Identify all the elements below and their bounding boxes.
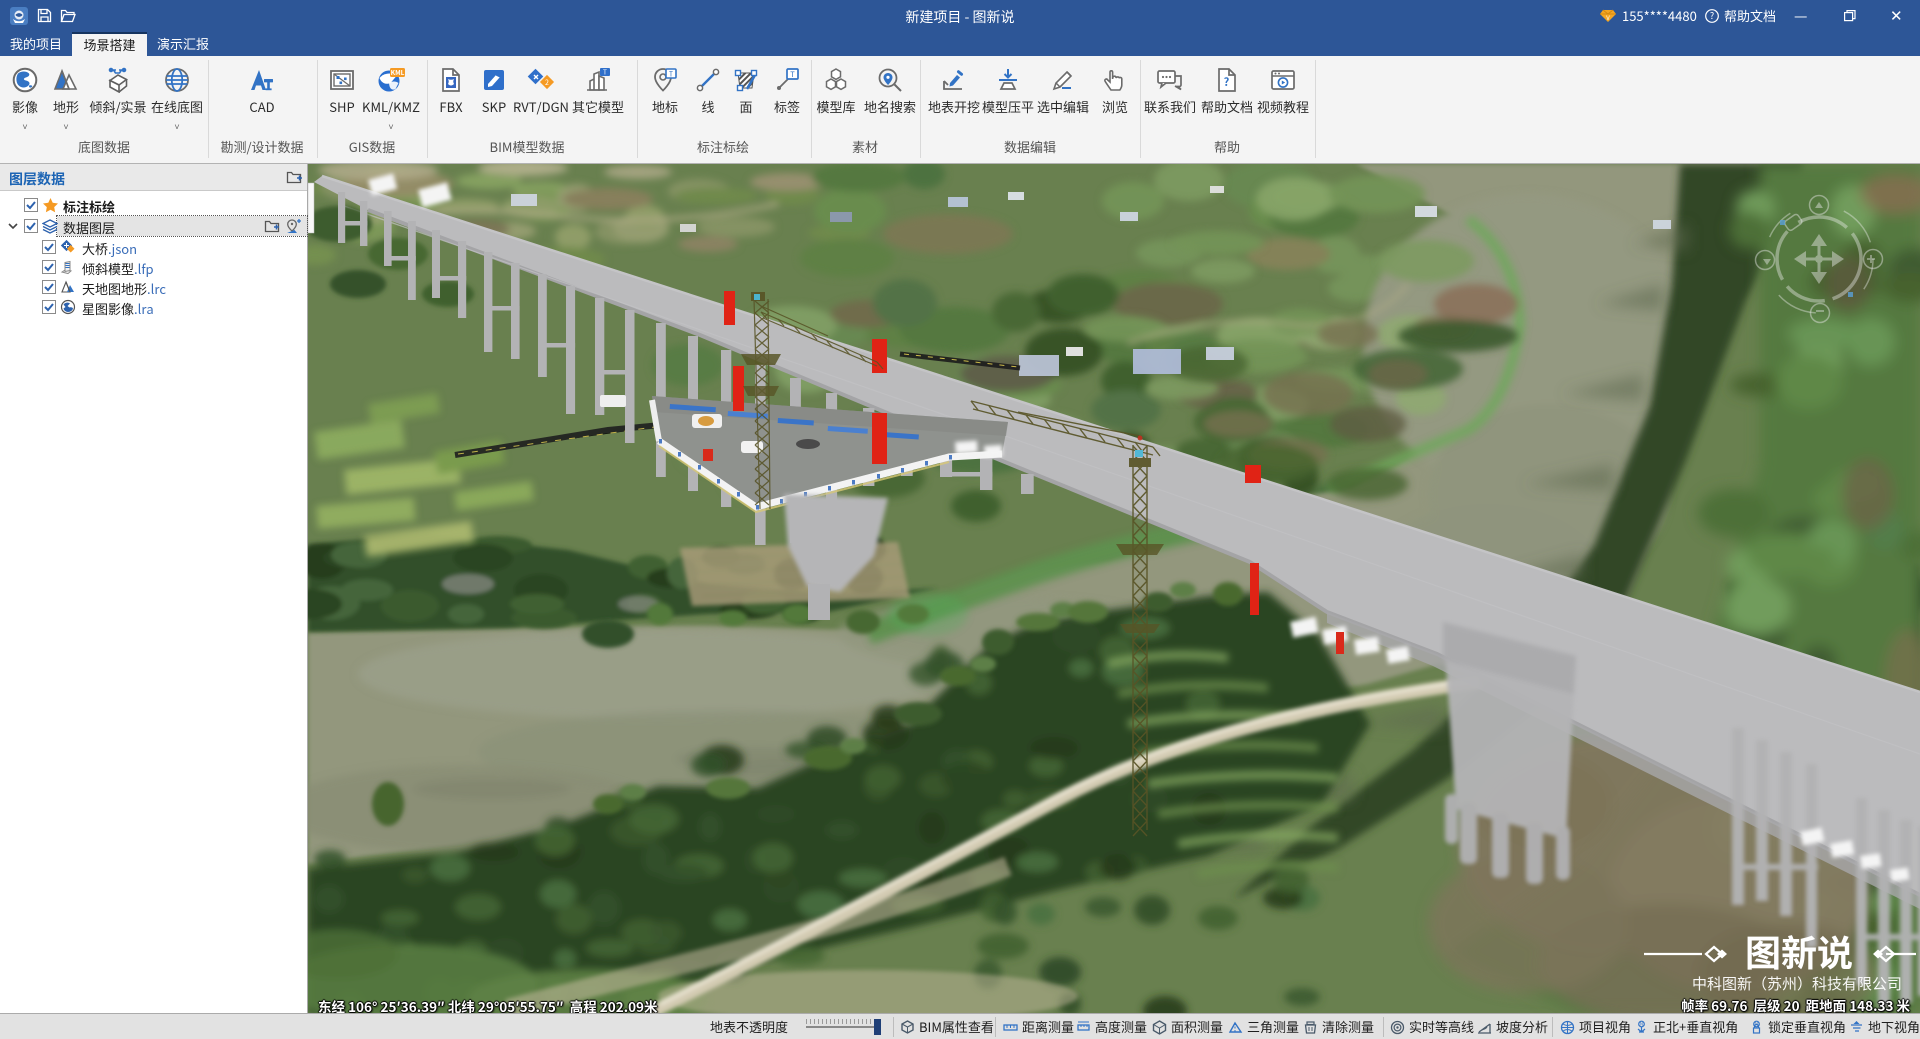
svg-text:T: T xyxy=(669,70,673,80)
svg-text:?: ? xyxy=(1710,9,1714,22)
svg-text:KML: KML xyxy=(391,67,405,77)
svg-text:图新说: 图新说 xyxy=(1745,925,1853,977)
svg-text:V: V xyxy=(1606,13,1610,22)
svg-text:T: T xyxy=(790,69,795,80)
svg-text:中科图新（苏州）科技有限公司: 中科图新（苏州）科技有限公司 xyxy=(1692,973,1902,994)
svg-text:T: T xyxy=(603,67,607,77)
svg-text:?: ? xyxy=(1224,74,1230,90)
svg-text:N: N xyxy=(1640,1022,1643,1028)
svg-text:2: 2 xyxy=(545,78,549,88)
